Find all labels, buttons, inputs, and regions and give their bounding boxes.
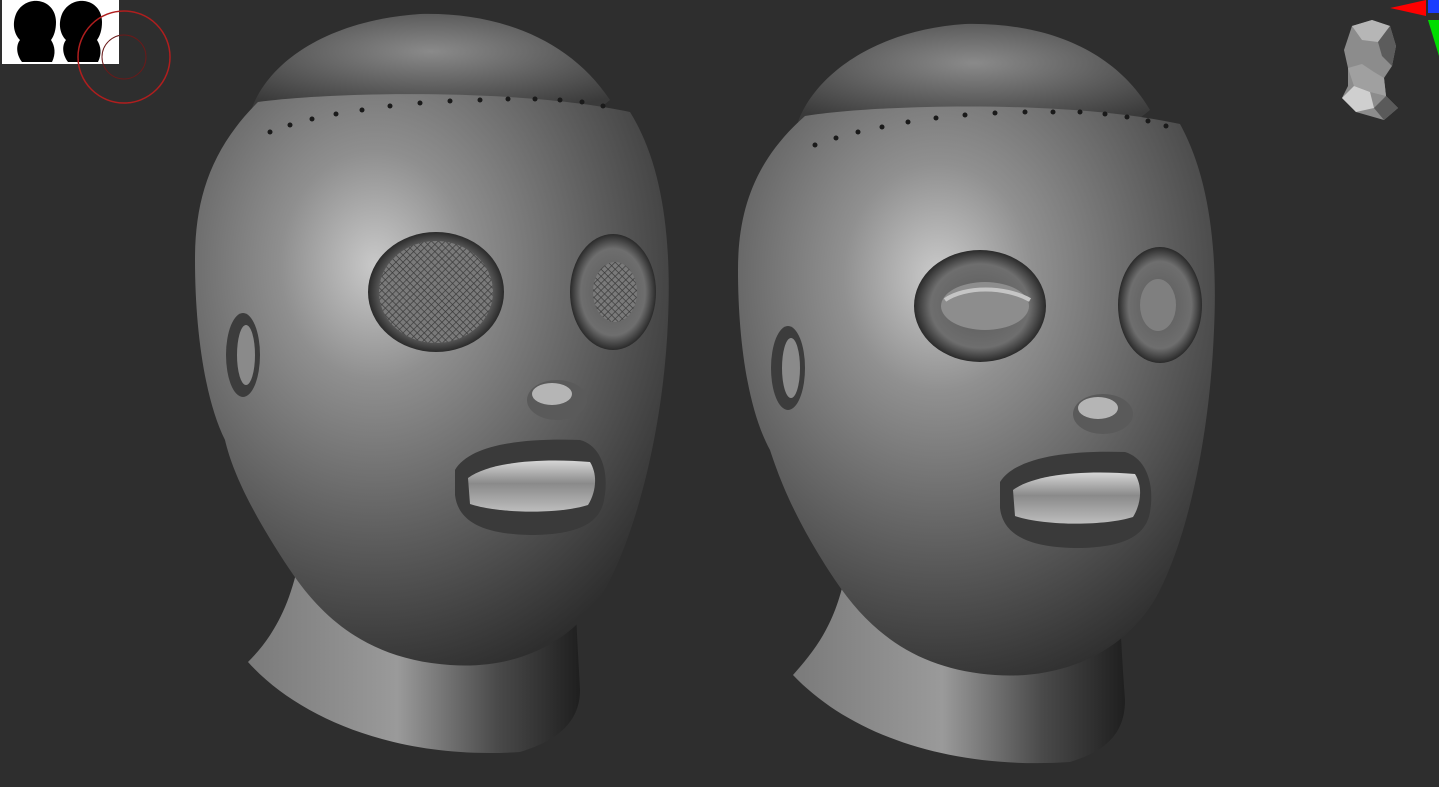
eye-mesh-left-1: [379, 241, 493, 343]
eye-mesh-left-2: [593, 262, 637, 322]
3d-viewport[interactable]: [0, 0, 1439, 787]
brush-cursor-ring: [77, 10, 171, 104]
axis-gizmo-icon[interactable]: [1386, 0, 1439, 60]
y-axis-arrow: [1428, 20, 1439, 56]
x-axis-arrow: [1390, 0, 1426, 16]
viewport-canvas[interactable]: [0, 0, 1439, 787]
head-shape-left: [195, 94, 669, 666]
head-shape-right: [738, 106, 1215, 676]
eyeball-right-2: [1140, 279, 1176, 331]
head-mask-open-eyes[interactable]: [738, 23, 1215, 764]
hair-left: [252, 13, 610, 109]
head-mask-mesh-eyes[interactable]: [195, 13, 669, 754]
z-axis-marker: [1428, 0, 1439, 13]
